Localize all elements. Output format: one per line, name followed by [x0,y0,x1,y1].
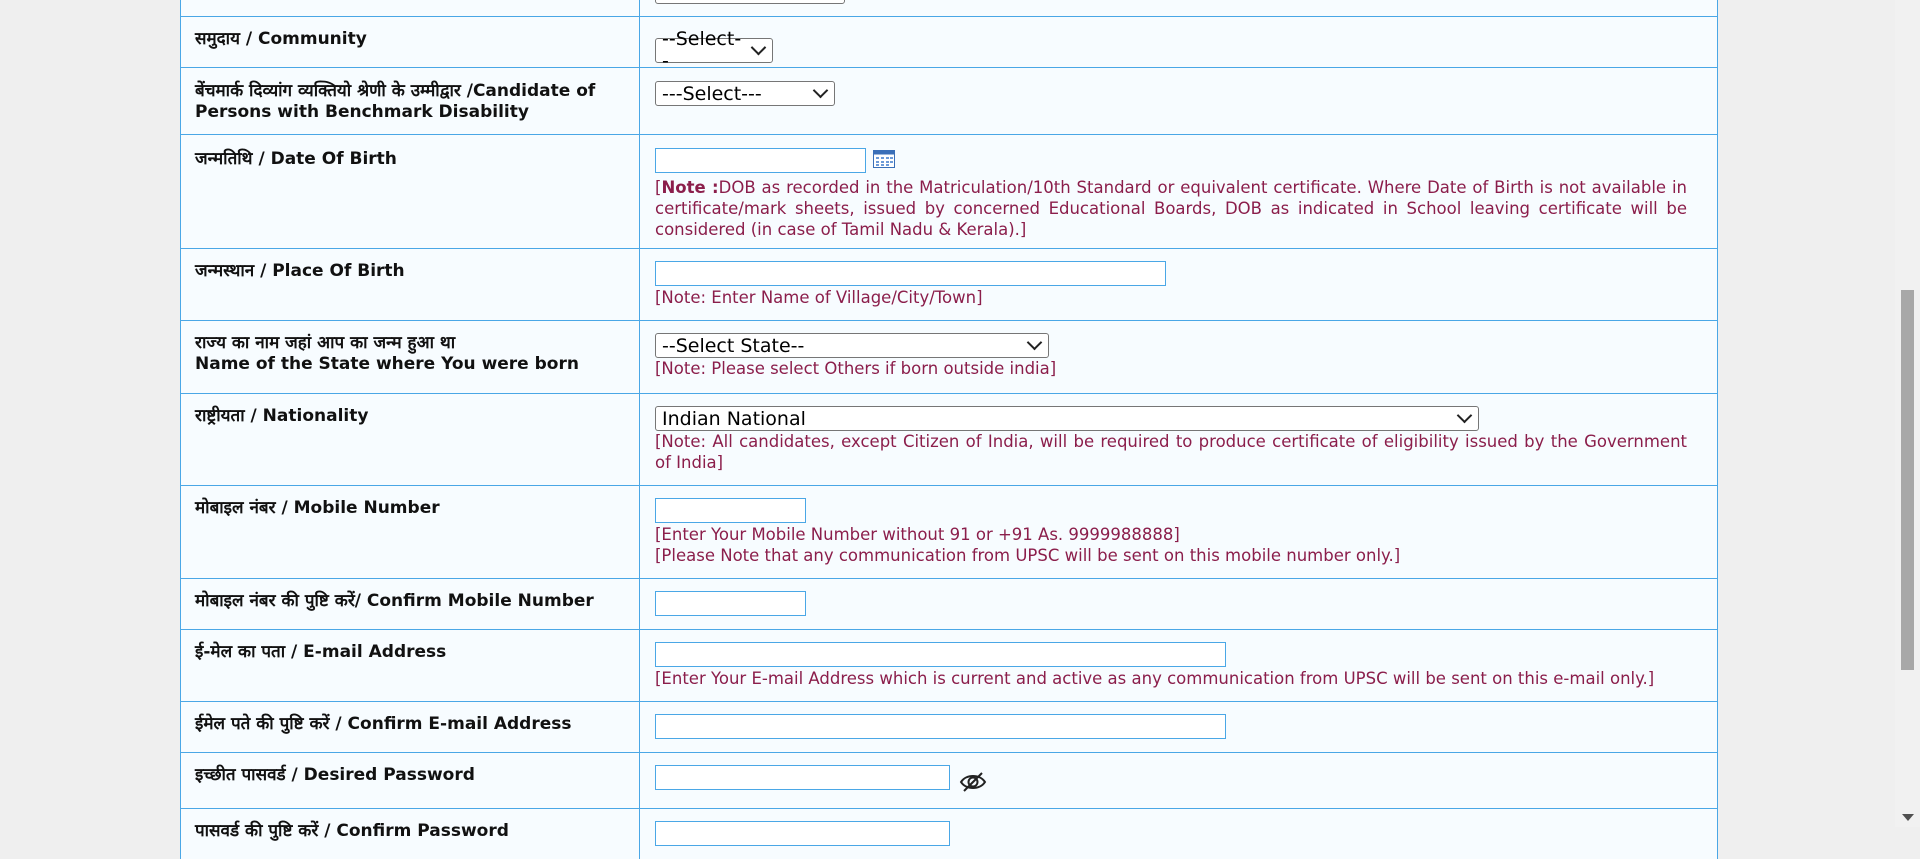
chevron-down-icon [1456,407,1473,424]
community-value-cell: --Select-- [640,17,1717,72]
pob-label: जन्मस्थान / Place Of Birth [181,249,640,320]
form-row-email: ई-मेल का पता / E-mail Address [Enter You… [181,630,1717,702]
password-input[interactable] [655,765,950,790]
form-row-dob: जन्मतिथि / Date Of Birth [Note :DOB as r… [181,135,1717,249]
form-row-confirm-password: पासवर्ड की पुष्टि करें / Confirm Passwor… [181,809,1717,859]
community-label: समुदाय / Community [181,17,640,67]
nationality-select-value: Indian National [662,407,806,430]
form-row-mobile: मोबाइल नंबर / Mobile Number [Enter Your … [181,486,1717,579]
confirm-password-input[interactable] [655,821,950,846]
state-select-value: --Select State-- [662,334,805,357]
mobile-note-2: [Please Note that any communication from… [655,546,1401,565]
form-row-disability: बेंचमार्क दिव्यांग व्यक्तियो श्रेणी के उ… [181,68,1717,135]
dob-note-bold: Note : [661,178,719,197]
confirm-password-label: पासवर्ड की पुष्टि करें / Confirm Passwor… [181,809,640,859]
community-select[interactable]: --Select-- [655,28,773,72]
chevron-down-icon [1026,334,1043,351]
confirm-mobile-input[interactable] [655,591,806,616]
place-of-birth-input[interactable] [655,261,1166,286]
dob-note-text: DOB as recorded in the Matriculation/10t… [655,178,1687,239]
mobile-note-1: [Enter Your Mobile Number without 91 or … [655,525,1180,544]
dob-value-cell: [Note :DOB as recorded in the Matriculat… [640,135,1717,248]
state-note: [Note: Please select Others if born outs… [655,359,1057,378]
nationality-label: राष्ट्रीयता / Nationality [181,394,640,485]
dob-note: [Note :DOB as recorded in the Matriculat… [655,178,1687,239]
partial-select[interactable] [655,0,845,4]
disability-select[interactable]: ---Select--- [655,81,835,106]
email-label: ई-मेल का पता / E-mail Address [181,630,640,701]
state-label-hindi: राज्य का नाम जहां आप का जन्म हुआ था [195,333,456,353]
email-input[interactable] [655,642,1226,667]
disability-label: बेंचमार्क दिव्यांग व्यक्तियो श्रेणी के उ… [181,68,640,134]
pob-note: [Note: Enter Name of Village/City/Town] [655,288,983,307]
dob-label: जन्मतिथि / Date Of Birth [181,135,640,248]
form-row-confirm-email: ईमेल पते की पुष्टि करें / Confirm E-mail… [181,702,1717,753]
password-label: इच्छीत पासवर्ड / Desired Password [181,753,640,808]
mobile-value-cell: [Enter Your Mobile Number without 91 or … [640,486,1717,578]
confirm-mobile-value-cell [640,579,1717,629]
scroll-down-arrow-icon[interactable] [1902,814,1914,821]
form-label-cell [181,0,640,16]
nationality-select[interactable]: Indian National [655,406,1479,431]
community-select-value: --Select-- [662,28,742,72]
confirm-email-label: ईमेल पते की पुष्टि करें / Confirm E-mail… [181,702,640,752]
email-value-cell: [Enter Your E-mail Address which is curr… [640,630,1717,701]
password-value-cell [640,753,1717,808]
nationality-value-cell: Indian National [Note: All candidates, e… [640,394,1717,485]
confirm-password-value-cell [640,809,1717,859]
calendar-icon[interactable] [873,150,895,168]
confirm-mobile-label: मोबाइल नंबर की पुष्टि करें/ Confirm Mobi… [181,579,640,629]
pob-value-cell: [Note: Enter Name of Village/City/Town] [640,249,1717,320]
form-row-partial [181,0,1717,17]
nationality-note: [Note: All candidates, except Citizen of… [655,432,1687,472]
form-row-community: समुदाय / Community --Select-- [181,17,1717,72]
state-label: राज्य का नाम जहां आप का जन्म हुआ था Name… [181,321,640,393]
mobile-number-input[interactable] [655,498,806,523]
form-row-pob: जन्मस्थान / Place Of Birth [Note: Enter … [181,249,1717,321]
email-note: [Enter Your E-mail Address which is curr… [655,669,1655,688]
mobile-label: मोबाइल नंबर / Mobile Number [181,486,640,578]
confirm-email-input[interactable] [655,714,1226,739]
disability-select-value: ---Select--- [662,82,762,105]
dob-input[interactable] [655,148,866,173]
form-row-nationality: राष्ट्रीयता / Nationality Indian Nationa… [181,394,1717,486]
vertical-scrollbar[interactable] [1895,0,1920,827]
confirm-email-value-cell [640,702,1717,752]
chevron-down-icon [812,82,829,99]
registration-form-table: समुदाय / Community --Select-- बेंचमार्क … [180,0,1718,859]
disability-value-cell: ---Select--- [640,68,1717,134]
state-select[interactable]: --Select State-- [655,333,1049,358]
state-label-english: Name of the State where You were born [195,354,579,374]
form-row-confirm-mobile: मोबाइल नंबर की पुष्टि करें/ Confirm Mobi… [181,579,1717,630]
eye-slash-icon[interactable] [959,771,987,793]
scrollbar-thumb[interactable] [1901,290,1914,670]
state-value-cell: --Select State-- [Note: Please select Ot… [640,321,1717,393]
form-row-password: इच्छीत पासवर्ड / Desired Password [181,753,1717,809]
chevron-down-icon [750,39,767,55]
form-value-cell [640,0,1717,16]
form-row-state: राज्य का नाम जहां आप का जन्म हुआ था Name… [181,321,1717,394]
